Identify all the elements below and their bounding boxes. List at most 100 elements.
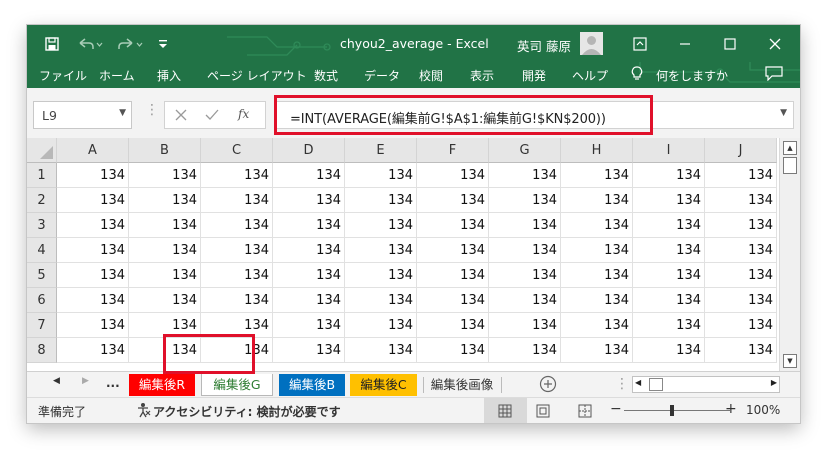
- tab-insert[interactable]: 挿入: [157, 67, 181, 84]
- name-box[interactable]: L9 ▼: [33, 101, 132, 129]
- table-cell[interactable]: 134: [705, 338, 777, 363]
- table-cell[interactable]: 134: [705, 213, 777, 238]
- row-header[interactable]: 2: [27, 188, 57, 213]
- normal-view-button[interactable]: [484, 398, 527, 423]
- table-cell[interactable]: 134: [345, 263, 417, 288]
- sheet-tab-c[interactable]: 編集後C: [350, 374, 417, 396]
- table-cell[interactable]: 134: [345, 163, 417, 188]
- zoom-slider-thumb[interactable]: [670, 405, 674, 416]
- table-cell[interactable]: 134: [57, 288, 129, 313]
- table-cell[interactable]: 134: [273, 238, 345, 263]
- column-header[interactable]: B: [129, 138, 201, 163]
- table-cell[interactable]: 134: [129, 188, 201, 213]
- table-cell[interactable]: 134: [273, 338, 345, 363]
- table-cell[interactable]: 134: [489, 263, 561, 288]
- table-cell[interactable]: 134: [273, 263, 345, 288]
- table-cell[interactable]: 134: [489, 338, 561, 363]
- more-sheets-button[interactable]: ...: [106, 376, 120, 390]
- table-cell[interactable]: 134: [273, 213, 345, 238]
- tab-file[interactable]: ファイル: [39, 67, 87, 84]
- table-cell[interactable]: 134: [201, 188, 273, 213]
- table-cell[interactable]: 134: [57, 313, 129, 338]
- table-cell[interactable]: 134: [561, 263, 633, 288]
- tab-review[interactable]: 校閲: [419, 67, 443, 84]
- user-name[interactable]: 英司 藤原: [517, 36, 571, 55]
- zoom-slider[interactable]: [624, 410, 730, 411]
- avatar[interactable]: [580, 32, 603, 55]
- column-header[interactable]: D: [273, 138, 345, 163]
- table-cell[interactable]: 134: [129, 238, 201, 263]
- table-cell[interactable]: 134: [57, 163, 129, 188]
- table-cell[interactable]: 134: [489, 188, 561, 213]
- column-header[interactable]: J: [705, 138, 777, 163]
- table-cell[interactable]: 134: [201, 213, 273, 238]
- table-cell[interactable]: 134: [705, 188, 777, 213]
- sheet-tab-r[interactable]: 編集後R: [129, 374, 195, 396]
- table-cell[interactable]: 134: [345, 213, 417, 238]
- tab-help[interactable]: ヘルプ: [572, 67, 608, 84]
- undo-icon[interactable]: [75, 25, 105, 62]
- table-cell[interactable]: 134: [561, 188, 633, 213]
- column-header[interactable]: C: [201, 138, 273, 163]
- tab-page-layout[interactable]: ページ レイアウト: [207, 67, 307, 84]
- table-cell[interactable]: 134: [345, 238, 417, 263]
- comments-icon[interactable]: [765, 66, 783, 84]
- table-cell[interactable]: 134: [633, 288, 705, 313]
- zoom-level[interactable]: 100%: [746, 403, 780, 417]
- table-cell[interactable]: 134: [417, 238, 489, 263]
- table-cell[interactable]: 134: [561, 338, 633, 363]
- table-cell[interactable]: 134: [561, 313, 633, 338]
- sheet-tab-g[interactable]: 編集後G: [201, 374, 273, 396]
- table-cell[interactable]: 134: [57, 338, 129, 363]
- scroll-left-icon[interactable]: ◀: [635, 378, 641, 387]
- scroll-thumb[interactable]: [783, 157, 797, 174]
- tab-developer[interactable]: 開発: [522, 67, 546, 84]
- select-all-button[interactable]: [27, 138, 57, 163]
- redo-icon[interactable]: [115, 25, 145, 62]
- column-header[interactable]: I: [633, 138, 705, 163]
- ribbon-display-options-icon[interactable]: [617, 25, 662, 62]
- accessibility-status[interactable]: アクセシビリティ: 検討が必要です: [153, 403, 341, 420]
- table-cell[interactable]: 134: [705, 163, 777, 188]
- chevron-down-icon[interactable]: ▼: [119, 108, 126, 118]
- row-header[interactable]: 7: [27, 313, 57, 338]
- table-cell[interactable]: 134: [273, 163, 345, 188]
- table-cell[interactable]: 134: [561, 213, 633, 238]
- table-cell[interactable]: 134: [345, 288, 417, 313]
- sheet-tab-image[interactable]: 編集後画像: [424, 374, 500, 396]
- zoom-out-button[interactable]: −: [610, 401, 622, 417]
- table-cell[interactable]: 134: [417, 313, 489, 338]
- table-cell[interactable]: 134: [561, 288, 633, 313]
- column-header[interactable]: H: [561, 138, 633, 163]
- table-cell[interactable]: 134: [345, 338, 417, 363]
- table-cell[interactable]: 134: [201, 263, 273, 288]
- table-cell[interactable]: 134: [705, 313, 777, 338]
- row-header[interactable]: 6: [27, 288, 57, 313]
- table-cell[interactable]: 134: [129, 263, 201, 288]
- row-header[interactable]: 4: [27, 238, 57, 263]
- table-cell[interactable]: 134: [345, 313, 417, 338]
- tab-view[interactable]: 表示: [470, 67, 494, 84]
- insert-function-icon[interactable]: fx: [238, 107, 249, 121]
- table-cell[interactable]: 134: [633, 188, 705, 213]
- horizontal-scrollbar[interactable]: ◀ ▶: [632, 376, 780, 393]
- table-cell[interactable]: 134: [417, 188, 489, 213]
- next-sheet-icon[interactable]: ▶: [82, 376, 89, 386]
- row-header[interactable]: 3: [27, 213, 57, 238]
- table-cell[interactable]: 134: [201, 163, 273, 188]
- column-header[interactable]: E: [345, 138, 417, 163]
- table-cell[interactable]: 134: [57, 213, 129, 238]
- table-cell[interactable]: 134: [201, 238, 273, 263]
- scroll-down-icon[interactable]: ▼: [783, 354, 797, 368]
- tab-home[interactable]: ホーム: [99, 67, 135, 84]
- close-icon[interactable]: [752, 25, 797, 62]
- table-cell[interactable]: 134: [417, 288, 489, 313]
- table-cell[interactable]: 134: [417, 213, 489, 238]
- expand-formula-bar-icon[interactable]: ▼: [780, 108, 787, 118]
- table-cell[interactable]: 134: [129, 288, 201, 313]
- table-cell[interactable]: 134: [489, 213, 561, 238]
- enter-check-icon[interactable]: [205, 106, 219, 127]
- table-cell[interactable]: 134: [273, 188, 345, 213]
- table-cell[interactable]: 134: [705, 263, 777, 288]
- page-break-preview-icon[interactable]: [578, 404, 592, 421]
